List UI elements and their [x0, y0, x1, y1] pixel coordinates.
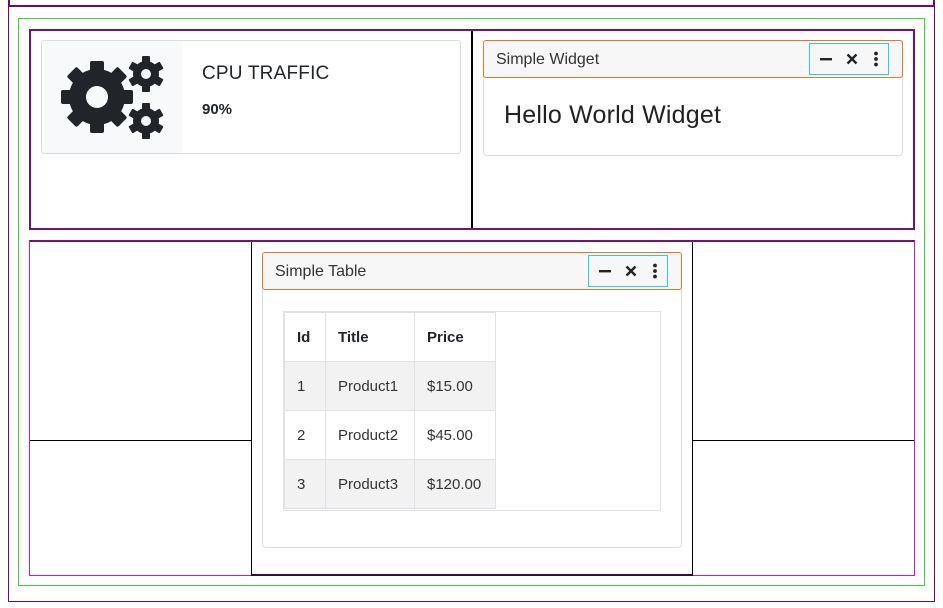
cell-id: 1 — [284, 361, 326, 411]
cell-price: $120.00 — [414, 459, 496, 509]
widget-tools — [809, 43, 889, 75]
info-box-icon-area — [42, 41, 182, 153]
products-table: Id Title Price 1 Product1 $15.00 2 Produ… — [284, 312, 496, 509]
widget-title: Simple Table — [275, 263, 367, 280]
cell-id: 3 — [284, 459, 326, 509]
minus-icon[interactable] — [816, 49, 836, 69]
cell-title: Product3 — [325, 459, 415, 509]
table-row: 1 Product1 $15.00 — [284, 361, 496, 411]
cell-title: Product1 — [325, 361, 415, 411]
minus-icon[interactable] — [595, 261, 615, 281]
table-row: 3 Product3 $120.00 — [284, 459, 496, 509]
column-header-title: Title — [325, 312, 415, 362]
column-header-price: Price — [414, 312, 496, 362]
gears-icon — [61, 56, 164, 139]
close-icon[interactable] — [621, 261, 641, 281]
more-vertical-icon[interactable] — [645, 261, 665, 281]
info-box-value: 90% — [202, 101, 233, 118]
widget-header: Simple Table — [262, 252, 682, 290]
row-1-column-divider — [471, 31, 473, 228]
row-2-right-column — [692, 242, 914, 441]
table-header-row: Id Title Price — [284, 312, 496, 362]
widget-tools — [588, 255, 668, 287]
widget-header: Simple Widget — [483, 40, 903, 78]
close-icon[interactable] — [842, 49, 862, 69]
cell-id: 2 — [284, 410, 326, 460]
widget-title: Simple Widget — [496, 51, 600, 68]
simple-table-widget: Simple Table Id Title Price 1 Product1 $… — [262, 252, 682, 548]
row-2-left-column — [30, 242, 252, 441]
cell-price: $15.00 — [414, 361, 496, 411]
more-vertical-icon[interactable] — [866, 49, 886, 69]
cpu-traffic-info-box: CPU TRAFFIC 90% — [41, 40, 461, 154]
simple-widget: Simple Widget Hello World Widget — [483, 40, 903, 156]
table-row: 2 Product2 $45.00 — [284, 410, 496, 460]
column-header-id: Id — [284, 312, 326, 362]
info-box-title: CPU TRAFFIC — [202, 63, 330, 84]
table-container: Id Title Price 1 Product1 $15.00 2 Produ… — [283, 311, 661, 511]
cell-title: Product2 — [325, 410, 415, 460]
widget-body-text: Hello World Widget — [504, 101, 722, 129]
cell-price: $45.00 — [414, 410, 496, 460]
